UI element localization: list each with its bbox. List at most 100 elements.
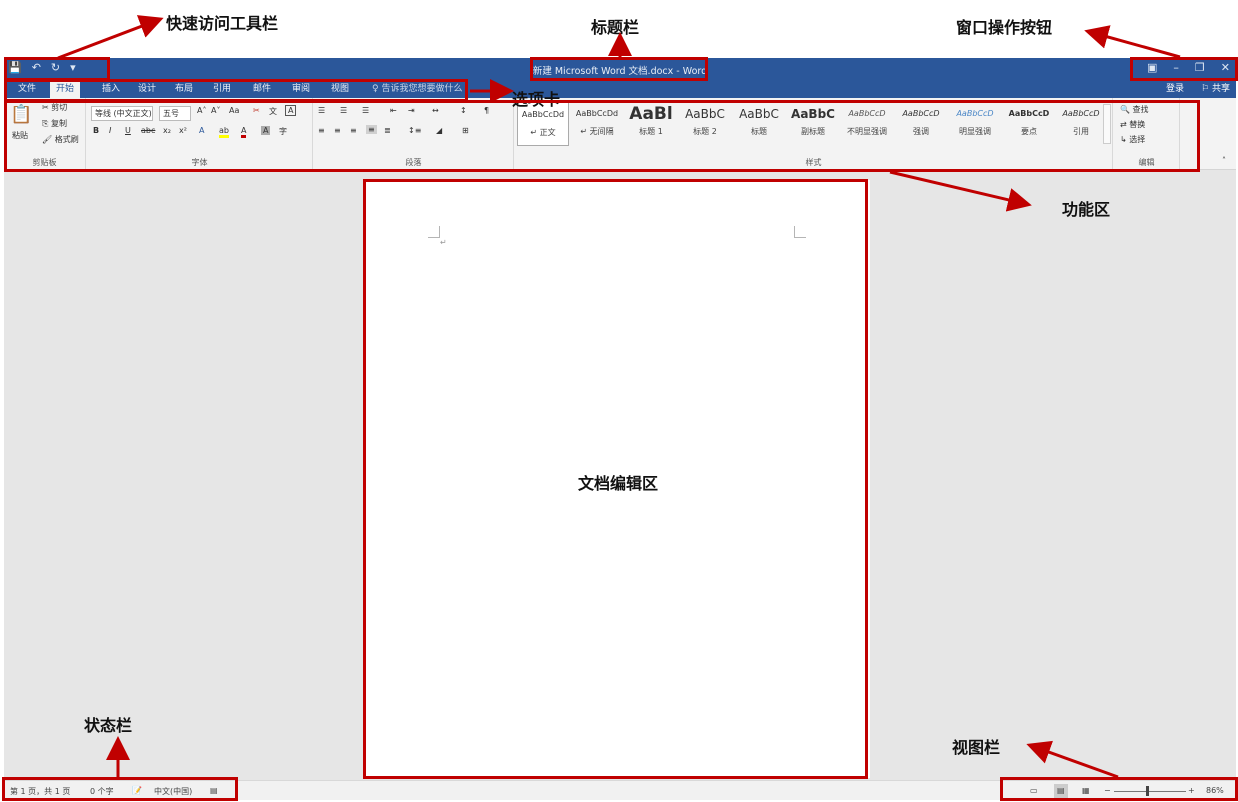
styles-group: AaBbCcDd ↵ 正文 AaBbCcDd ↵ 无间隔 AaBl 标题 1 AaBb…	[515, 98, 1113, 170]
style-quote[interactable]: AaBbCcD 引用	[1055, 102, 1107, 146]
zoom-slider[interactable]	[1114, 791, 1186, 792]
bold-icon[interactable]: B	[93, 126, 99, 135]
style-name: 要点	[1021, 127, 1037, 136]
shrink-font-icon[interactable]: A˅	[211, 106, 220, 115]
proofing-icon[interactable]: 📝	[132, 786, 142, 795]
login-link[interactable]: 登录	[1166, 80, 1184, 98]
tab-insert[interactable]: 插入	[96, 80, 126, 98]
style-subtitle[interactable]: AaBbC 副标题	[787, 102, 839, 146]
cut-label: 剪切	[51, 103, 68, 112]
copy-button[interactable]: ⎘ 复制	[42, 118, 67, 129]
asian-layout-icon[interactable]: ↔	[432, 106, 439, 115]
text-effects-icon[interactable]: A	[199, 126, 204, 135]
align-right-icon[interactable]: ≡	[350, 126, 357, 135]
document-page[interactable]: ↵ 文档编辑区	[366, 180, 870, 778]
superscript-icon[interactable]: x²	[179, 126, 187, 135]
copy-label: 复制	[50, 119, 67, 128]
paragraph-mark-icon: ↵	[440, 238, 447, 247]
share-button[interactable]: ⚐ 共享	[1201, 80, 1230, 98]
select-button[interactable]: ↳ 选择	[1120, 134, 1145, 145]
tab-home[interactable]: 开始	[50, 80, 81, 98]
read-mode-icon[interactable]: ▭	[1030, 786, 1038, 795]
styles-scroll[interactable]	[1103, 104, 1111, 144]
borders-icon[interactable]: ⊞	[462, 126, 469, 135]
italic-icon[interactable]: I	[109, 126, 111, 135]
zoom-slider-thumb[interactable]	[1146, 786, 1149, 796]
format-painter-button[interactable]: 🖌 格式刷	[42, 134, 79, 145]
char-border-icon[interactable]: A	[285, 105, 297, 116]
font-size-select[interactable]: 五号	[159, 106, 191, 121]
page-count[interactable]: 第 1 页，共 1 页	[10, 786, 70, 797]
bullets-icon[interactable]: ☰	[318, 106, 325, 115]
sort-icon[interactable]: ↕	[460, 106, 467, 115]
web-layout-icon[interactable]: ▦	[1082, 786, 1090, 795]
replace-label: 替换	[1129, 120, 1146, 129]
macro-record-icon[interactable]: ▤	[210, 786, 218, 795]
language[interactable]: 中文(中国)	[154, 786, 192, 797]
tab-design[interactable]: 设计	[132, 80, 162, 98]
align-center-icon[interactable]: ≡	[334, 126, 341, 135]
zoom-level[interactable]: 86%	[1206, 786, 1224, 795]
shading-icon[interactable]: ◢	[436, 126, 442, 135]
cut-button[interactable]: ✂ 剪切	[42, 102, 67, 113]
align-left-icon[interactable]: ≡	[318, 126, 325, 135]
font-name-select[interactable]: 等线 (中文正文)	[91, 106, 153, 121]
grow-font-icon[interactable]: A˄	[197, 106, 206, 115]
phonetic-guide-icon[interactable]: 文	[269, 106, 277, 117]
style-subtle-emphasis[interactable]: AaBbCcD 不明显强调	[841, 102, 893, 146]
restore-icon[interactable]: ❐	[1195, 61, 1205, 74]
style-title[interactable]: AaBbC 标题	[733, 102, 785, 146]
zoom-out-icon[interactable]: −	[1104, 786, 1111, 795]
char-shading-icon[interactable]: A	[261, 126, 271, 135]
clipboard-group-label: 剪贴板	[32, 158, 57, 167]
print-layout-icon[interactable]: ▤	[1054, 784, 1068, 798]
highlight-icon[interactable]: ab	[219, 126, 229, 138]
multilevel-list-icon[interactable]: ☰	[362, 106, 369, 115]
tab-file[interactable]: 文件	[12, 80, 42, 98]
replace-button[interactable]: ⇄ 替换	[1120, 119, 1145, 130]
style-heading-2[interactable]: AaBbC 标题 2	[679, 102, 731, 146]
annotation-ribbon: 功能区	[1062, 200, 1111, 219]
tab-layout[interactable]: 布局	[169, 80, 199, 98]
word-count[interactable]: 0 个字	[90, 786, 114, 797]
numbering-icon[interactable]: ☰	[340, 106, 347, 115]
tab-references[interactable]: 引用	[207, 80, 237, 98]
tab-view[interactable]: 视图	[325, 80, 355, 98]
show-marks-icon[interactable]: ¶	[484, 106, 489, 115]
subscript-icon[interactable]: x₂	[163, 126, 171, 135]
line-spacing-icon[interactable]: ↕≡	[408, 126, 421, 135]
margin-corner-top-left	[428, 226, 440, 238]
decrease-indent-icon[interactable]: ⇤	[390, 106, 397, 115]
underline-icon[interactable]: U	[125, 126, 131, 135]
style-emphasis[interactable]: AaBbCcD 强调	[895, 102, 947, 146]
font-color-icon[interactable]: A	[241, 126, 247, 138]
annotation-status-bar: 状态栏	[84, 716, 133, 735]
tell-me-input[interactable]: ♀ 告诉我您想要做什么	[372, 80, 462, 98]
increase-indent-icon[interactable]: ⇥	[408, 106, 415, 115]
change-case-button[interactable]: Aa	[229, 106, 239, 115]
justify-icon[interactable]: ≡	[366, 125, 377, 134]
paste-button[interactable]: 📋	[10, 104, 32, 125]
tab-review[interactable]: 审阅	[286, 80, 316, 98]
clear-format-icon[interactable]: ✂	[253, 106, 260, 115]
style-strong[interactable]: AaBbCcD 要点	[1003, 102, 1055, 146]
arrow-window-buttons	[1084, 25, 1181, 59]
style-heading-1[interactable]: AaBl 标题 1	[625, 102, 677, 146]
zoom-in-icon[interactable]: +	[1188, 786, 1195, 795]
style-sample: AaBbCcD	[1008, 109, 1050, 118]
find-button[interactable]: 🔍 查找	[1120, 104, 1149, 115]
style-intense-emphasis[interactable]: AaBbCcD 明显强调	[949, 102, 1001, 146]
style-no-spacing[interactable]: AaBbCcDd ↵ 无间隔	[571, 102, 623, 146]
minimize-icon[interactable]: –	[1173, 61, 1179, 74]
style-name: 标题	[751, 127, 767, 136]
font-group-label: 字体	[191, 158, 208, 167]
enclose-char-icon[interactable]: 字	[279, 126, 287, 137]
style-name: 明显强调	[959, 127, 991, 136]
close-icon[interactable]: ✕	[1221, 61, 1230, 74]
tab-mailings[interactable]: 邮件	[247, 80, 277, 98]
distributed-icon[interactable]: ≣	[384, 126, 391, 135]
ribbon-display-icon[interactable]: ▣	[1147, 61, 1157, 74]
collapse-ribbon-icon[interactable]: ˄	[1222, 156, 1226, 165]
strikethrough-icon[interactable]: abc	[141, 126, 155, 135]
style-sample: AaBl	[629, 104, 673, 124]
